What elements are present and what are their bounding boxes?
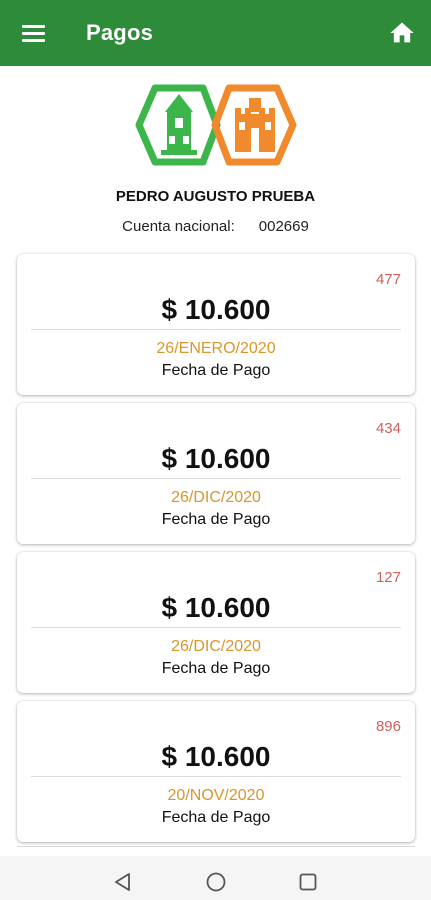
system-nav-bar [0,856,431,900]
payment-date-caption: Fecha de Pago [161,809,271,826]
payment-card[interactable]: 127 $ 10.600 26/DIC/2020 Fecha de Pago [17,552,415,693]
payment-amount: $ 10.600 [161,592,271,623]
payment-date-caption: Fecha de Pago [161,362,271,379]
payment-date: 26/DIC/2020 [171,638,261,655]
divider [31,776,401,777]
payment-card-partial[interactable] [17,846,415,856]
payment-date: 26/DIC/2020 [171,489,261,506]
back-triangle-icon[interactable] [111,870,135,894]
payment-id: 434 [375,420,401,437]
municipality-logo [135,84,297,166]
payment-card[interactable]: 896 $ 10.600 20/NOV/2020 Fecha de Pago [17,701,415,842]
payment-card[interactable]: 477 $ 10.600 26/ENERO/2020 Fecha de Pago [17,254,415,395]
account-number: 002669 [258,218,309,235]
payment-date-caption: Fecha de Pago [161,511,271,528]
recents-square-icon[interactable] [296,870,320,894]
app-bar: Pagos [0,0,431,66]
account-label: Cuenta nacional: [122,218,235,235]
divider [31,478,401,479]
divider [31,329,401,330]
home-icon[interactable] [387,19,417,47]
payment-card[interactable]: 434 $ 10.600 26/DIC/2020 Fecha de Pago [17,403,415,544]
payment-date: 20/NOV/2020 [167,787,265,804]
payment-id: 477 [375,271,401,288]
payment-id: 127 [375,569,401,586]
divider [31,627,401,628]
account-info: Cuenta nacional: 002669 [0,218,431,235]
payment-amount: $ 10.600 [161,443,271,474]
user-name: PEDRO AUGUSTO PRUEBA [115,188,316,205]
payment-id: 896 [375,718,401,735]
payments-list: 477 $ 10.600 26/ENERO/2020 Fecha de Pago… [17,254,415,850]
payment-date: 26/ENERO/2020 [156,340,276,357]
payment-date-caption: Fecha de Pago [161,660,271,677]
payment-amount: $ 10.600 [161,294,271,325]
hamburger-menu-icon[interactable] [14,18,54,48]
page-title: Pagos [86,20,154,45]
home-circle-icon[interactable] [204,870,228,894]
payment-amount: $ 10.600 [161,741,271,772]
